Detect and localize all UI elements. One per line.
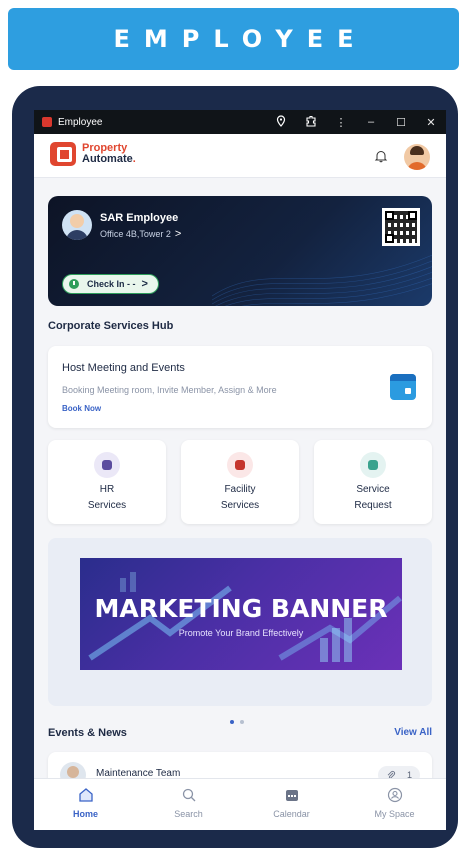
more-icon[interactable]: ⋮ [326, 116, 356, 129]
user-circle-icon [387, 787, 402, 803]
facility-services-button[interactable]: Facility Services [181, 440, 299, 524]
location-icon[interactable] [266, 114, 296, 130]
nav-home[interactable]: Home [34, 779, 137, 830]
banner-subtitle: Promote Your Brand Effectively [178, 628, 304, 638]
banner-carousel[interactable]: MARKETING BANNER Promote Your Brand Effe… [48, 538, 432, 706]
nav-calendar[interactable]: Calendar [240, 779, 343, 830]
calendar-icon [390, 374, 416, 400]
minimize-icon[interactable]: – [356, 116, 386, 128]
host-card-subtitle: Booking Meeting room, Invite Member, Ass… [62, 385, 277, 395]
search-icon [182, 788, 195, 802]
maximize-icon[interactable]: ☐ [386, 116, 416, 129]
nav-search-label: Search [174, 809, 203, 819]
nav-my-space-label: My Space [374, 809, 415, 819]
banner-title: MARKETING BANNER [94, 594, 388, 623]
window-titlebar: Employee ⋮ – ☐ ✕ [34, 110, 446, 134]
page-title: EMPLOYEE [113, 25, 368, 53]
facility-services-label-1: Facility [224, 484, 256, 495]
clock-icon [69, 279, 79, 289]
calendar-icon [285, 790, 298, 801]
logo-mark-icon [50, 142, 76, 166]
profile-card[interactable]: SAR Employee Office 4B,Tower 2 > Check In… [48, 196, 432, 306]
bell-icon[interactable] [374, 149, 388, 163]
user-avatar[interactable] [404, 144, 430, 170]
puzzle-icon[interactable] [296, 115, 326, 130]
hr-services-label-1: HR [99, 484, 115, 495]
profile-avatar [62, 210, 92, 240]
service-request-label-1: Service [356, 484, 390, 495]
book-now-link[interactable]: Book Now [62, 404, 101, 413]
carousel-dot[interactable] [240, 720, 244, 724]
app-header: Property Automate. [34, 134, 446, 178]
qr-code-icon[interactable] [382, 208, 420, 246]
nav-home-label: Home [72, 809, 98, 819]
marketing-banner[interactable]: MARKETING BANNER Promote Your Brand Effe… [80, 558, 402, 670]
logo-dot: . [132, 153, 136, 165]
facility-services-label-2: Services [220, 500, 260, 511]
nav-calendar-label: Calendar [273, 809, 310, 819]
carousel-dot[interactable] [230, 720, 234, 724]
home-icon [78, 788, 93, 802]
check-in-label: Check In - - [87, 279, 136, 289]
profile-location-label: Office 4B,Tower 2 [100, 229, 171, 239]
nav-search[interactable]: Search [137, 779, 240, 830]
events-title: Events & News [48, 727, 127, 739]
view-all-link[interactable]: View All [394, 727, 432, 738]
window-controls: ⋮ – ☐ ✕ [266, 110, 446, 134]
hr-icon [94, 452, 120, 478]
hr-services-label-2: Services [87, 500, 127, 511]
check-in-button[interactable]: Check In - - > [62, 274, 159, 294]
logo-line2: Automate [82, 153, 133, 165]
close-icon[interactable]: ✕ [416, 116, 446, 129]
service-request-label-2: Request [354, 500, 392, 511]
brand-logo: Property Automate. [50, 142, 136, 166]
window-title: Employee [58, 116, 103, 128]
app-screen: Employee ⋮ – ☐ ✕ Property Automate. SAR … [34, 110, 446, 830]
profile-name: SAR Employee [100, 212, 179, 224]
host-meeting-card[interactable]: Host Meeting and Events Booking Meeting … [48, 346, 432, 428]
profile-location[interactable]: Office 4B,Tower 2 > [100, 228, 181, 240]
bottom-nav: Home Search Calendar My Space [34, 778, 446, 830]
hr-services-button[interactable]: HR Services [48, 440, 166, 524]
app-icon [42, 117, 52, 127]
facility-icon [227, 452, 253, 478]
service-request-icon [360, 452, 386, 478]
carousel-dots [230, 720, 244, 724]
chevron-right-icon: > [141, 278, 148, 290]
section-title-services: Corporate Services Hub [48, 320, 174, 332]
host-card-title: Host Meeting and Events [62, 362, 185, 374]
page-header-banner: EMPLOYEE [8, 8, 459, 70]
service-request-button[interactable]: Service Request [314, 440, 432, 524]
chevron-right-icon: > [174, 228, 182, 240]
nav-my-space[interactable]: My Space [343, 779, 446, 830]
